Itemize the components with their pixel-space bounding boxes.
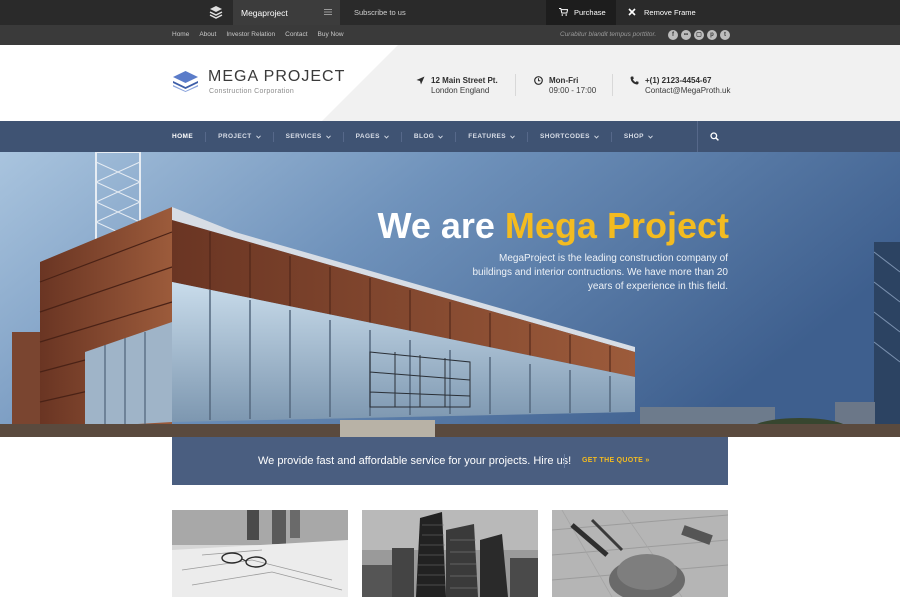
- nav-item-home[interactable]: HOME: [172, 121, 205, 152]
- search-button[interactable]: [697, 121, 728, 152]
- chevron-down-icon: [325, 134, 331, 139]
- twitter-icon[interactable]: t: [720, 30, 730, 40]
- thumbnail-tools[interactable]: [552, 510, 728, 597]
- hero-background-image: [0, 152, 900, 437]
- nav-item-label: FEATURES: [468, 133, 507, 140]
- nav-item-label: SERVICES: [285, 133, 322, 140]
- topbar-tagline: Curabitur blandit tempus porttitor.: [560, 31, 657, 38]
- close-icon: [628, 8, 636, 16]
- chevron-down-icon: [255, 134, 261, 139]
- flickr-icon[interactable]: ••: [681, 30, 691, 40]
- nav-item-features[interactable]: FEATURES: [456, 121, 527, 152]
- hero-slider: We are Mega Project MegaProject is the l…: [0, 152, 900, 437]
- hours-title: Mon-Fri: [549, 76, 579, 85]
- topbar-links: Home About Investor Relation Contact Buy…: [172, 31, 344, 38]
- remove-frame-button[interactable]: Remove Frame: [628, 0, 708, 25]
- hero-title-lead: We are: [377, 205, 505, 246]
- address-subtitle: London England: [431, 86, 490, 95]
- hours-subtitle: 09:00 - 17:00: [549, 86, 597, 95]
- nav-item-label: SHORTCODES: [540, 133, 590, 140]
- phone-title[interactable]: +(1) 2123-4454-67: [645, 76, 712, 85]
- nav-item-blog[interactable]: BLOG: [402, 121, 455, 152]
- search-icon: [710, 132, 719, 141]
- main-nav: HOME PROJECT SERVICES PAGES BLOG FEATURE…: [0, 121, 900, 152]
- demo-frame-bar: Megaproject Subscribe to us Purchase Rem…: [0, 0, 900, 25]
- instagram-icon[interactable]: ▢: [694, 30, 704, 40]
- nav-item-shop[interactable]: SHOP: [612, 121, 665, 152]
- nav-item-project[interactable]: PROJECT: [206, 121, 273, 152]
- get-quote-button[interactable]: GET THE QUOTE »: [582, 457, 650, 464]
- purchase-label: Purchase: [574, 8, 606, 17]
- stack-logo-icon: [209, 6, 223, 19]
- chevron-down-icon: [648, 134, 653, 139]
- topbar-link-investor-relation[interactable]: Investor Relation: [226, 31, 275, 38]
- thumbnail-blueprint[interactable]: [172, 510, 348, 597]
- hero-description: MegaProject is the leading construction …: [472, 253, 728, 292]
- header-divider: [515, 74, 516, 96]
- menu-icon: [324, 9, 332, 15]
- topbar-link-about[interactable]: About: [199, 31, 216, 38]
- tools-photo: [552, 510, 728, 597]
- nav-item-pages[interactable]: PAGES: [344, 121, 401, 152]
- cta-divider: [564, 454, 565, 468]
- topbar-link-home[interactable]: Home: [172, 31, 189, 38]
- logo-tagline: Construction Corporation: [209, 88, 295, 95]
- site-select[interactable]: Megaproject: [233, 0, 340, 25]
- subscribe-link[interactable]: Subscribe to us: [354, 8, 406, 17]
- chevron-down-icon: [438, 134, 444, 139]
- hero-title: We are Mega Project: [378, 205, 729, 247]
- nav-item-label: PROJECT: [218, 133, 252, 140]
- logo-icon[interactable]: [172, 70, 199, 92]
- cta-text: We provide fast and affordable service f…: [258, 455, 572, 467]
- call-to-action-bar: We provide fast and affordable service f…: [172, 437, 728, 485]
- nav-item-label: SHOP: [623, 133, 644, 140]
- topbar-link-buy-now[interactable]: Buy Now: [318, 31, 344, 38]
- nav-item-shortcodes[interactable]: SHORTCODES: [528, 121, 611, 152]
- cart-icon: [559, 8, 568, 16]
- pinterest-icon[interactable]: p: [707, 30, 717, 40]
- site-select-label: Megaproject: [241, 8, 288, 18]
- nav-item-services[interactable]: SERVICES: [274, 121, 343, 152]
- site-topbar: Home About Investor Relation Contact Buy…: [0, 25, 900, 45]
- nav-item-label: PAGES: [355, 133, 380, 140]
- chevron-down-icon: [510, 134, 515, 139]
- chevron-down-icon: [384, 134, 389, 139]
- header-divider: [612, 74, 613, 96]
- topbar-link-contact[interactable]: Contact: [285, 31, 307, 38]
- nav-menu: HOME PROJECT SERVICES PAGES BLOG FEATURE…: [172, 121, 665, 152]
- hero-title-accent: Mega Project: [504, 205, 729, 246]
- nav-item-label: BLOG: [413, 133, 435, 140]
- thumbnail-skyscrapers[interactable]: [362, 510, 538, 597]
- site-header: MEGA PROJECT Construction Corporation 12…: [0, 45, 900, 121]
- logo-name[interactable]: MEGA PROJECT: [208, 68, 345, 86]
- phone-icon: [630, 76, 639, 85]
- location-arrow-icon: [416, 76, 425, 85]
- address-title: 12 Main Street Pt.: [431, 76, 498, 85]
- clock-icon: [534, 76, 543, 85]
- nav-item-label: HOME: [172, 133, 194, 140]
- blueprint-photo: [172, 510, 348, 597]
- facebook-icon[interactable]: f: [668, 30, 678, 40]
- social-links: f •• ▢ p t: [668, 30, 730, 40]
- purchase-button[interactable]: Purchase: [546, 0, 616, 25]
- email-link[interactable]: Contact@MegaProth.uk: [645, 86, 731, 95]
- remove-frame-label: Remove Frame: [644, 8, 696, 17]
- chevron-down-icon: [594, 134, 599, 139]
- skyscrapers-photo: [362, 510, 538, 597]
